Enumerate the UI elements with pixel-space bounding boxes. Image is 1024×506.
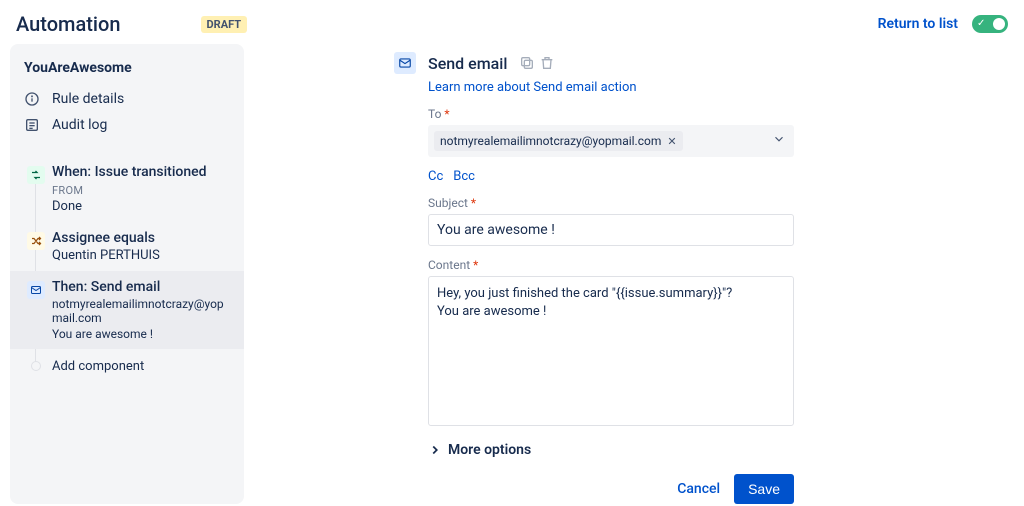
content-label: Content * (428, 258, 794, 272)
sidebar-item-label: Audit log (52, 117, 107, 133)
rule-enabled-toggle[interactable]: ✓ (972, 15, 1008, 33)
rule-sidebar: YouAreAwesome Rule details Audit log Whe… (10, 44, 244, 504)
save-button[interactable]: Save (734, 474, 794, 504)
to-label: To * (428, 107, 794, 121)
flow-from-value: Done (52, 199, 234, 214)
flow-title: Then: Send email (52, 279, 234, 295)
subject-input[interactable] (428, 214, 794, 246)
flow-action-recipient: notmyrealemailimnotcrazy@yopmail.com (52, 297, 234, 325)
more-options-toggle[interactable]: More options (428, 442, 794, 458)
sidebar-item-audit-log[interactable]: Audit log (10, 112, 244, 138)
learn-more-link[interactable]: Learn more about Send email action (428, 80, 794, 95)
plus-node-icon (31, 361, 41, 371)
flow-action[interactable]: Then: Send email notmyrealemailimnotcraz… (10, 271, 244, 349)
info-icon (24, 91, 40, 107)
status-badge: DRAFT (201, 16, 248, 33)
recipient-email: notmyrealemailimnotcrazy@yopmail.com (440, 134, 661, 148)
chevron-down-icon[interactable] (772, 132, 786, 150)
list-icon (24, 117, 40, 133)
flow-title: Assignee equals (52, 230, 234, 246)
cc-link[interactable]: Cc (428, 169, 443, 184)
flow-action-subject: You are awesome ! (52, 327, 234, 341)
flow-condition[interactable]: Assignee equals Quentin PERTHUIS (10, 222, 244, 271)
bcc-link[interactable]: Bcc (453, 169, 475, 184)
trash-icon[interactable] (539, 55, 555, 71)
rule-name: YouAreAwesome (10, 56, 244, 86)
return-to-list-link[interactable]: Return to list (878, 16, 958, 32)
recipient-chip[interactable]: notmyrealemailimnotcrazy@yopmail.com ✕ (434, 131, 683, 151)
flow-from-label: FROM (52, 184, 234, 197)
panel-title: Send email (428, 54, 507, 73)
cancel-button[interactable]: Cancel (677, 481, 720, 497)
mail-icon (27, 281, 45, 299)
flow-trigger[interactable]: When: Issue transitioned FROM Done (10, 156, 244, 222)
shuffle-icon (27, 232, 45, 250)
sidebar-item-label: Rule details (52, 91, 124, 107)
more-options-label: More options (448, 442, 531, 458)
copy-icon[interactable] (519, 55, 535, 71)
check-icon: ✓ (977, 18, 985, 30)
flow-title: When: Issue transitioned (52, 164, 234, 180)
chevron-right-icon (428, 443, 442, 457)
content-textarea[interactable] (428, 276, 794, 426)
transition-icon (27, 166, 45, 184)
to-input[interactable]: notmyrealemailimnotcrazy@yopmail.com ✕ (428, 125, 794, 157)
sidebar-item-rule-details[interactable]: Rule details (10, 86, 244, 112)
add-component-label: Add component (52, 359, 234, 374)
subject-label: Subject * (428, 196, 794, 210)
page-title: Automation (16, 12, 121, 36)
mail-icon (394, 52, 416, 74)
remove-recipient-icon[interactable]: ✕ (667, 135, 676, 148)
toggle-knob (993, 18, 1005, 30)
action-config-panel: Send email Learn more about Send email a… (394, 44, 794, 504)
flow-add-component[interactable]: Add component (10, 349, 244, 382)
flow-condition-value: Quentin PERTHUIS (52, 248, 234, 263)
